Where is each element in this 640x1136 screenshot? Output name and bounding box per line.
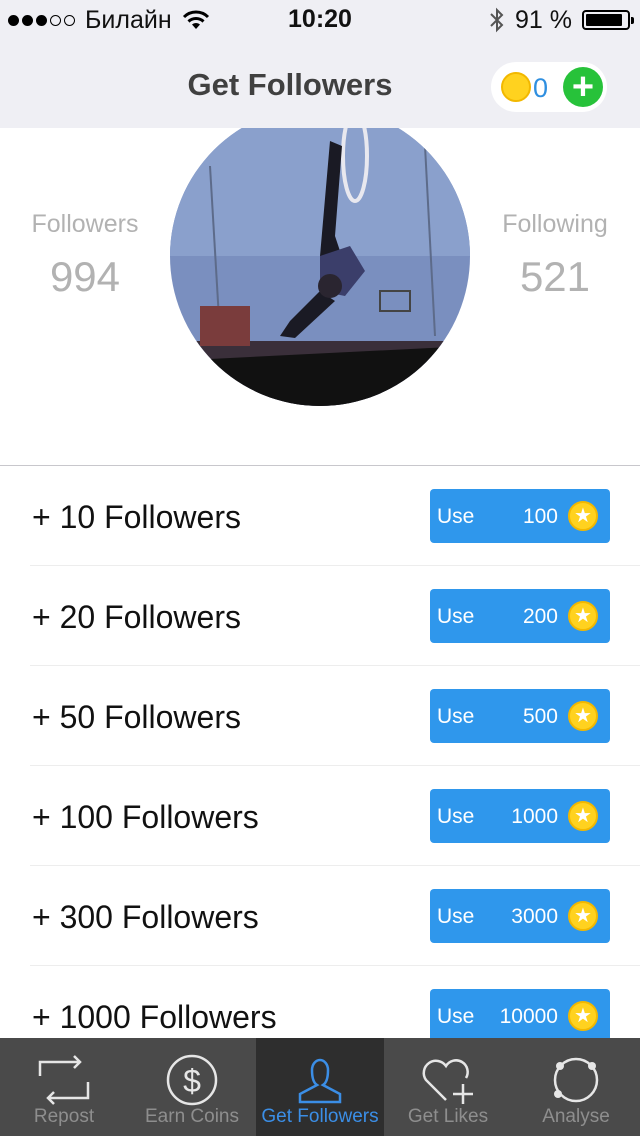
followers-count: 994 [49,253,121,300]
offer-label: + 300 Followers [32,899,259,935]
star-coin-icon: ★ [568,801,598,831]
status-right-group: 91 % [489,5,634,34]
offer-label: + 20 Followers [32,599,241,635]
coin-icon [501,72,531,102]
person-icon [298,1058,342,1104]
heart-plus-icon [422,1059,473,1104]
star-coin-icon: ★ [568,601,598,631]
list-item: + 20 Followers Use 200 ★ [0,566,640,666]
use-label: Use [437,505,475,528]
coin-cost: 3000 [511,905,558,928]
use-label: Use [437,805,475,828]
use-button[interactable]: Use 10000 ★ [430,989,610,1038]
tab-repost[interactable]: Repost [0,1038,128,1136]
star-coin-icon: ★ [568,501,598,531]
list-item: + 50 Followers Use 500 ★ [0,666,640,766]
list-item: + 300 Followers Use 3000 ★ [0,866,640,966]
coin-cost: 200 [522,605,558,628]
tab-earn-coins[interactable]: $ Earn Coins [128,1038,256,1136]
following-stat: Following 521 [470,210,640,301]
star-coin-icon: ★ [568,901,598,931]
following-count: 521 [519,253,591,300]
use-label: Use [437,605,475,628]
avatar [170,128,470,406]
tab-label: Earn Coins [145,1106,239,1127]
status-bar: Билайн 10:20 91 % [0,0,640,40]
use-label: Use [437,705,475,728]
tab-get-followers[interactable]: Get Followers [256,1038,384,1136]
dollar-icon: $ [166,1054,218,1106]
battery-percent: 91 % [515,5,572,34]
repost-icon [38,1055,90,1105]
use-button[interactable]: Use 500 ★ [430,689,610,743]
follower-offers-list: + 10 Followers Use 100 ★ + 20 Followers … [0,466,640,1038]
coin-cost: 500 [522,705,558,728]
offer-label: + 10 Followers [32,499,241,535]
coin-count: 0 [533,73,549,103]
bluetooth-icon [490,7,504,33]
offer-label: + 1000 Followers [32,999,277,1035]
use-button[interactable]: Use 3000 ★ [430,889,610,943]
star-coin-icon: ★ [568,1001,598,1031]
list-item: + 10 Followers Use 100 ★ [0,466,640,566]
svg-text:$: $ [183,1063,201,1099]
battery-icon [582,10,634,30]
followers-stat: Followers 994 [0,210,170,301]
use-label: Use [437,1005,475,1028]
circle-dots-icon [553,1057,599,1103]
coin-cost: 10000 [499,1005,558,1028]
use-button[interactable]: Use 1000 ★ [430,789,610,843]
add-coins-button[interactable]: + [563,67,603,107]
coin-cost: 1000 [511,805,558,828]
following-label: Following [502,210,608,238]
offer-label: + 50 Followers [32,699,241,735]
tab-label: Get Likes [407,1106,489,1127]
tab-label: Analyse [542,1106,610,1127]
tab-get-likes[interactable]: Get Likes [384,1038,512,1136]
use-label: Use [437,905,475,928]
use-button[interactable]: Use 100 ★ [430,489,610,543]
tab-bar: Repost $ Earn Coins Get Followers Get Li… [0,1038,640,1136]
star-coin-icon: ★ [568,701,598,731]
tab-label: Get Followers [261,1106,379,1127]
navigation-bar: Get Followers 0 + [0,40,640,128]
followers-label: Followers [31,210,139,238]
offer-label: + 100 Followers [32,799,259,835]
list-item: + 1000 Followers Use 10000 ★ [0,966,640,1038]
coin-cost: 100 [522,505,558,528]
profile-header: Followers 994 Following 521 [0,128,640,466]
use-button[interactable]: Use 200 ★ [430,589,610,643]
coin-balance: 0 + [491,62,607,112]
tab-analyse[interactable]: Analyse [512,1038,640,1136]
tab-label: Repost [33,1106,95,1127]
list-item: + 100 Followers Use 1000 ★ [0,766,640,866]
